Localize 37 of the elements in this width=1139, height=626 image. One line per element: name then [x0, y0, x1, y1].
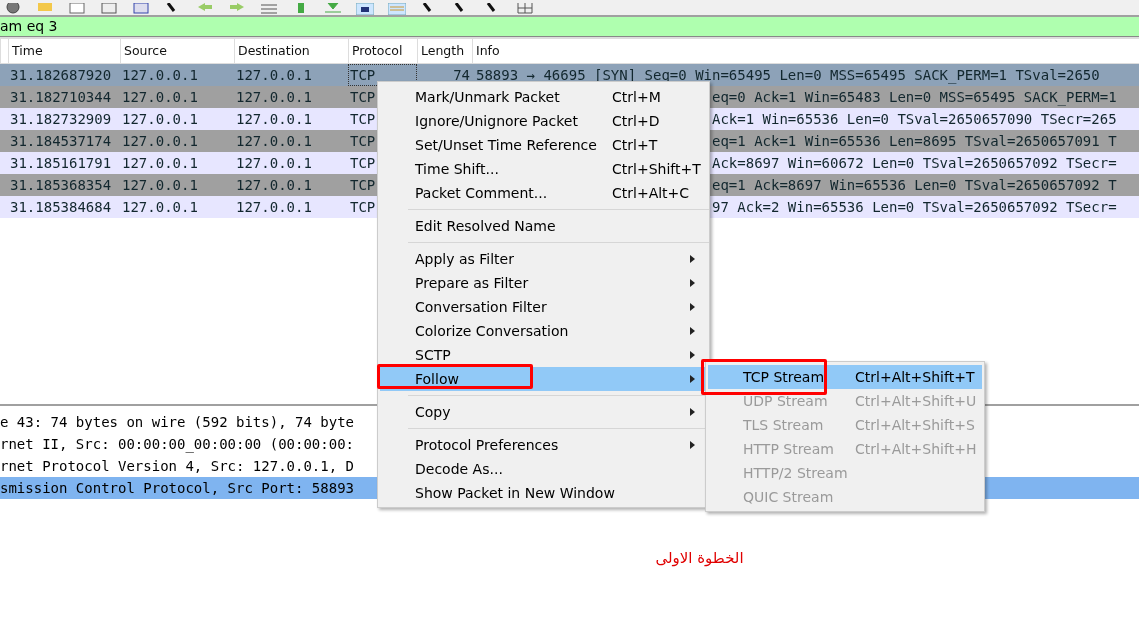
table-cell: 58893 → 46695 [SYN] Seq=0 Win=65495 Len=0 MSS=65495 SACK_PERM=1 TSval=2650 [476, 67, 1100, 83]
table-cell-text: 31.182732909 [9, 110, 113, 129]
table-cell-text: 127.0.0.1 [121, 132, 199, 151]
table-cell: Ack=1 Win=65536 Len=0 TSval=2650657090 TSecr=265 [712, 111, 1117, 127]
table-cell-text: 31.182687920 [9, 66, 113, 85]
table-cell: eq=1 Ack=1 Win=65536 Len=8695 TSval=2650657091 T [712, 133, 1117, 149]
table-cell: 97 Ack=2 Win=65536 Len=0 TSval=2650657092 TSecr= [712, 199, 1117, 215]
table-cell-text: 127.0.0.1 [121, 66, 199, 85]
table-cell: TCP [350, 199, 376, 215]
table-cell-text: 31.184537174 [9, 132, 113, 151]
table-cell: TCP [350, 67, 376, 83]
table-cell-text: 127.0.0.1 [235, 110, 313, 129]
table-cell: TCP [350, 133, 376, 149]
table-cell-text: 127.0.0.1 [121, 110, 199, 129]
table-cell: TCP [350, 111, 376, 127]
table-cell-text: 127.0.0.1 [121, 198, 199, 217]
table-cell: Ack=8697 Win=60672 Len=0 TSval=2650657092 TSecr= [712, 155, 1117, 171]
table-cell-text: 31.185161791 [9, 154, 113, 173]
table-cell-text: 127.0.0.1 [235, 132, 313, 151]
table-cell: TCP [350, 89, 376, 105]
table-cell: TCP [350, 155, 376, 171]
table-cell-text: 127.0.0.1 [121, 176, 199, 195]
table-cell: TCP [350, 177, 376, 193]
table-cell: eq=1 Ack=8697 Win=65536 Len=0 TSval=2650657092 T [712, 177, 1117, 193]
table-cell: eq=0 Ack=1 Win=65483 Len=0 MSS=65495 SACK_PERM=1 [712, 89, 1117, 105]
table-cell: 74 [453, 67, 470, 83]
table-cell-text: 127.0.0.1 [235, 154, 313, 173]
table-cell-text: 127.0.0.1 [235, 66, 313, 85]
table-cell-text: 127.0.0.1 [235, 176, 313, 195]
table-cell-text: 127.0.0.1 [121, 154, 199, 173]
table-cell-text: 127.0.0.1 [235, 198, 313, 217]
table-cell-text: 31.185368354 [9, 176, 113, 195]
table-cell-text: 127.0.0.1 [121, 88, 199, 107]
caption-text: الخطوة الاولى [655, 549, 744, 567]
table-cell-text: 127.0.0.1 [235, 88, 313, 107]
table-cell-text: 31.185384684 [9, 198, 113, 217]
table-cell-text: 31.182710344 [9, 88, 113, 107]
